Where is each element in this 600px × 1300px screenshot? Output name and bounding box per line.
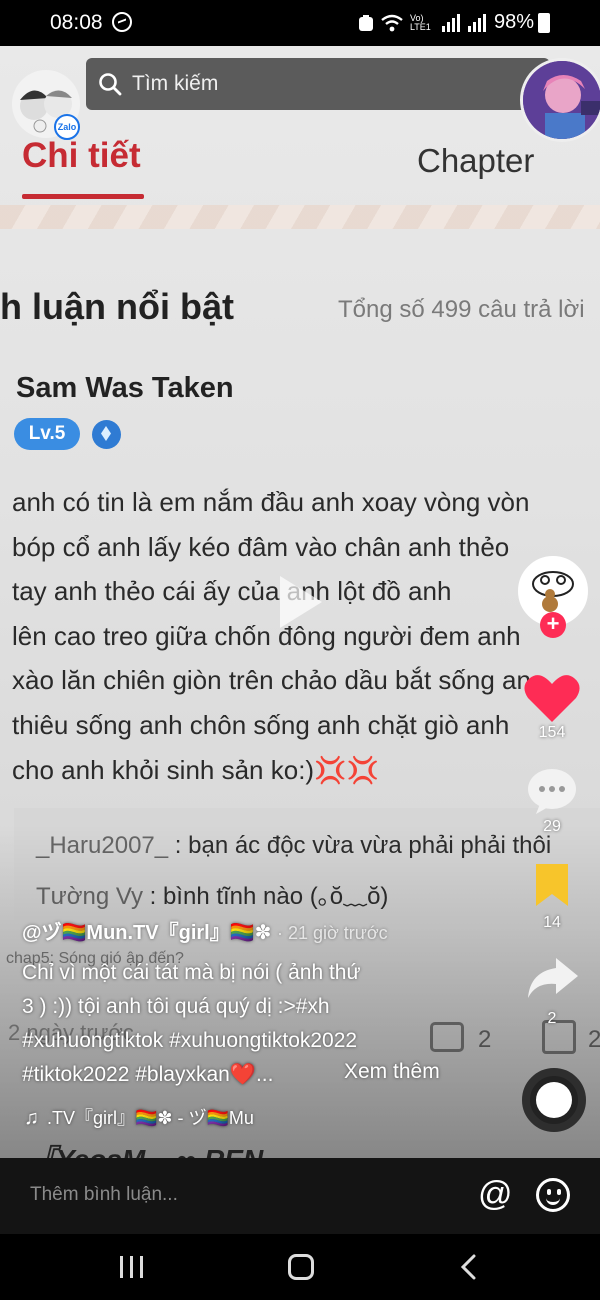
battery-percent: 98%	[493, 11, 534, 33]
back-icon[interactable]	[460, 1254, 476, 1280]
reply-item: _Haru2007_ : bạn ác độc vừa vừa phải phả…	[36, 832, 551, 860]
caption-line: Chỉ vì một cái tát mà bị nói ( ảnh thứ	[22, 961, 361, 984]
music-disc-cover	[536, 1082, 572, 1118]
comment-line: xào lăn chiên giòn trên chảo dầu bắt sốn…	[12, 665, 531, 696]
wifi-icon	[381, 14, 403, 31]
see-more-button[interactable]: Xem thêm	[344, 1060, 440, 1084]
comment-count: 29	[543, 818, 561, 835]
status-bar: 08:08 Vo) LTE1 98%	[0, 0, 600, 46]
comment-line: cho anh khỏi sinh sản ko:)	[12, 754, 315, 785]
tab-chapter: Chapter	[417, 142, 535, 179]
navigation-bar	[0, 1234, 600, 1300]
caption-line: 3 ) :)) tội anh tôi quá quý dị :>#xh	[22, 995, 330, 1018]
reply-item: Tường Vy : bình tĩnh nào (｡ŏ﹏ŏ)	[36, 876, 388, 911]
posted-time: · 21 giờ trước	[276, 923, 388, 943]
search-icon	[99, 73, 122, 96]
reply-author: Tường Vy	[36, 883, 143, 910]
reply-author: _Haru2007_	[36, 832, 169, 859]
network-label: Vo) LTE1	[409, 12, 431, 32]
search-bar[interactable]: Tìm kiếm	[86, 58, 550, 110]
music-title: .TV『girl』🏳️‍🌈✽ - ヅ🏳️‍🌈Mu	[47, 1108, 254, 1128]
commenter-name: Sam Was Taken	[16, 372, 234, 404]
search-input[interactable]: Tìm kiếm	[132, 72, 218, 96]
comment-line: bóp cổ anh lấy kéo đâm vào chân anh thẻo	[12, 531, 510, 562]
music-disc-icon[interactable]	[522, 1068, 586, 1132]
comment-line-last: cho anh khỏi sinh sản ko:)💢💢	[12, 748, 600, 793]
comment-input[interactable]: Thêm bình luận...	[30, 1184, 178, 1206]
author-name[interactable]: @ヅ🏳️‍🌈Mun.TV『girl』🏳️‍🌈✽	[22, 922, 271, 944]
stripe-band	[0, 205, 600, 229]
diamond-badge-icon	[92, 420, 121, 449]
level-badge: Lv.5	[14, 418, 80, 450]
home-icon[interactable]	[288, 1254, 314, 1280]
background-bottom-name: 『YeosM... ∞ REN	[28, 1138, 263, 1158]
status-time: 08:08	[50, 11, 103, 34]
signal-icon	[438, 13, 460, 32]
bookmark-icon[interactable]	[522, 862, 582, 908]
section-title: h luận nổi bật	[0, 286, 234, 327]
signal-icon	[466, 13, 488, 32]
anime-avatar-image	[523, 61, 600, 139]
follow-button[interactable]: +	[540, 612, 566, 638]
tab-detail: Chi tiết	[22, 136, 141, 175]
save-count: 14	[543, 914, 561, 931]
reply-text: : bạn ác độc vừa vừa phải phải thôi	[174, 832, 552, 859]
like-count: 154	[538, 724, 566, 741]
like-icon[interactable]	[522, 672, 582, 724]
share-count: 2	[547, 1010, 557, 1027]
tab-underline	[22, 194, 144, 199]
author-line: @ヅ🏳️‍🌈Mun.TV『girl』🏳️‍🌈✽ · 21 giờ trước	[22, 916, 388, 945]
recents-icon[interactable]	[120, 1256, 146, 1278]
battery-icon	[538, 13, 550, 33]
data-saver-icon	[358, 14, 373, 31]
comment-icon[interactable]	[522, 766, 582, 816]
zalo-icon: Zalo	[54, 114, 80, 140]
total-replies: Tổng số 499 câu trả lời	[338, 296, 585, 323]
emoji-icon[interactable]	[536, 1178, 570, 1212]
comment-text: anh có tin là em nắm đầu anh xoay vòng v…	[12, 480, 600, 792]
anime-avatar[interactable]	[520, 58, 600, 142]
caption-line: #xuhuongtiktok #xuhuongtiktok2022	[22, 1029, 358, 1052]
reply-text: : bình tĩnh nào (｡ŏ﹏ŏ)	[149, 883, 389, 910]
music-note-icon: ♫	[24, 1107, 39, 1129]
messenger-icon	[112, 12, 132, 32]
background-like-count: 2	[588, 1026, 600, 1053]
comment-line: anh có tin là em nắm đầu anh xoay vòng v…	[12, 487, 530, 517]
mention-icon[interactable]: @	[478, 1177, 513, 1212]
status-icons: Vo) LTE1 98%	[358, 11, 552, 34]
background-comment-count: 2	[478, 1026, 492, 1053]
share-icon[interactable]	[522, 954, 582, 1002]
music-info[interactable]: ♫ .TV『girl』🏳️‍🌈✽ - ヅ🏳️‍🌈Mu	[24, 1104, 254, 1130]
comment-bar: Thêm bình luận... @	[0, 1158, 600, 1234]
anger-emoji: 💢💢	[314, 754, 379, 785]
play-icon[interactable]	[276, 574, 324, 630]
tiktok-video-screen: Chi tiết Chapter h luận nổi bật Tổng số …	[0, 0, 600, 1300]
